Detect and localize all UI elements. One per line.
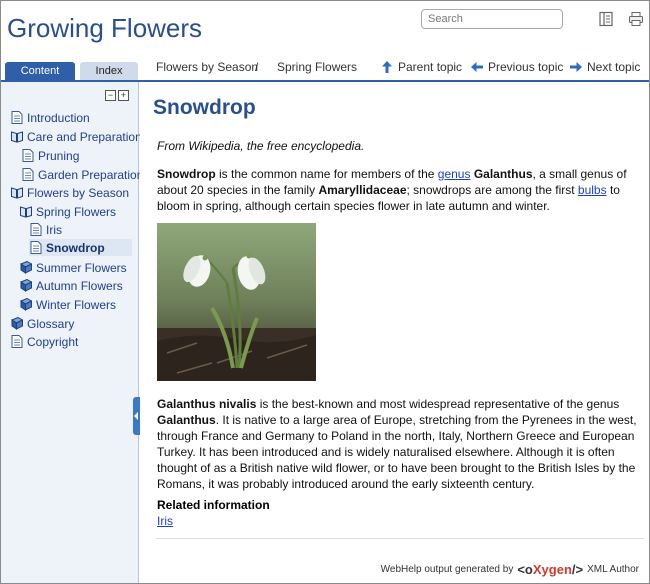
paragraph-intro: Snowdrop is the common name for members … [157,166,642,214]
page-icon [22,149,34,162]
book-open-icon [20,206,32,218]
topic-title: Snowdrop [153,96,256,119]
logo-part: Xygen [532,562,572,577]
text: . It is native to a large area of Europe… [157,413,637,491]
term-galanthus: Galanthus [157,413,216,427]
topic-content: Snowdrop From Wikipedia, the free encycl… [140,82,649,583]
paragraph-galanthus-nivalis: Galanthus nivalis is the best-known and … [157,396,642,492]
book-closed-icon [11,317,23,330]
sidebar-tabs: Content Index [1,59,139,81]
book-open-icon [11,131,23,143]
text: is the common name for members of the [215,167,438,181]
toc-label: Introduction [27,110,90,125]
topic-navbar: Flowers by Season / Spring Flowers Paren… [140,59,649,80]
page-icon [22,168,34,181]
source-note: From Wikipedia, the free encyclopedia. [157,139,365,153]
print-icon[interactable] [628,11,644,27]
tab-content[interactable]: Content [5,62,75,81]
toc-label: Care and Preparation [27,129,142,144]
page-icon [11,111,23,124]
toc-label: Spring Flowers [36,204,117,219]
next-topic-link[interactable]: Next topic [570,60,640,74]
breadcrumb-flowers-by-season[interactable]: Flowers by Season [156,60,258,74]
toc-item-iris[interactable]: Iris [30,221,62,238]
sidebar-splitter-handle[interactable] [133,397,140,435]
parent-topic-label: Parent topic [398,60,463,74]
previous-topic-link[interactable]: Previous topic [471,60,563,74]
search-input[interactable] [421,9,563,29]
toc-item-summer-flowers[interactable]: Summer Flowers [20,259,127,276]
toc-item-copyright[interactable]: Copyright [11,333,78,350]
term-snowdrop: Snowdrop [157,167,216,181]
toc-label: Flowers by Season [27,185,130,200]
snowdrop-photo [157,223,316,381]
sidebar: − + Introduction Care and Preparation Pr… [1,82,143,583]
book-closed-icon [20,261,32,274]
genus-link[interactable]: genus [438,167,471,181]
oxygen-logo[interactable]: <oXygen/> [517,562,583,577]
toc-item-glossary[interactable]: Glossary [11,315,74,332]
app-title: Growing Flowers [7,13,203,43]
toc-label: Copyright [27,334,79,349]
toc-label: Pruning [38,148,80,163]
term-amaryllidaceae: Amaryllidaceae [318,183,407,197]
toc-item-winter-flowers[interactable]: Winter Flowers [20,296,116,313]
parent-topic-link[interactable]: Parent topic [381,60,462,74]
book-open-icon [11,187,23,199]
related-information-heading: Related information [157,498,270,512]
toc-label: Snowdrop [46,240,105,255]
breadcrumb-separator: / [255,60,259,74]
tree-controls: − + [105,90,129,101]
toc-icon[interactable] [598,11,614,27]
footer: WebHelp output generated by <oXygen/> XM… [381,562,639,577]
page-icon [30,241,42,254]
logo-part: /> [571,562,584,577]
tab-index[interactable]: Index [80,62,138,81]
arrow-up-icon [382,61,392,73]
expand-all-icon[interactable]: + [118,90,129,101]
toc-label: Glossary [27,316,75,331]
header: Growing Flowers [1,1,649,59]
logo-part: <o [517,562,533,577]
arrow-right-icon [570,62,582,72]
toc-item-spring-flowers[interactable]: Spring Flowers [20,203,116,220]
footer-suffix: XML Author [587,564,639,575]
toc-label: Autumn Flowers [36,278,123,293]
term-galanthus-nivalis: Galanthus nivalis [157,397,257,411]
book-closed-icon [20,279,32,292]
breadcrumb-spring-flowers[interactable]: Spring Flowers [277,60,357,74]
text: ; snowdrops are among the first [406,183,578,197]
footer-prefix: WebHelp output generated by [380,564,514,575]
toc-item-garden-preparation[interactable]: Garden Preparation [22,166,143,183]
toc-label: Winter Flowers [36,297,117,312]
toc-item-care-and-preparation[interactable]: Care and Preparation [11,128,142,145]
page-icon [11,335,23,348]
divider [156,538,644,539]
toc-label: Iris [46,222,62,237]
toc-label: Summer Flowers [36,260,127,275]
previous-topic-label: Previous topic [488,60,564,74]
toc-item-flowers-by-season[interactable]: Flowers by Season [11,184,129,201]
term-galanthus: Galanthus [473,167,533,181]
toc-item-autumn-flowers[interactable]: Autumn Flowers [20,277,123,294]
page-icon [30,223,42,236]
arrow-left-icon [471,62,483,72]
related-iris-link[interactable]: Iris [157,514,173,528]
book-closed-icon [20,298,32,311]
toc-label: Garden Preparation [38,167,144,182]
toc-item-pruning[interactable]: Pruning [22,147,79,164]
toc-item-snowdrop[interactable]: Snowdrop [29,239,132,256]
next-topic-label: Next topic [587,60,641,74]
toc-item-introduction[interactable]: Introduction [11,109,90,126]
text: is the best-known and most widespread re… [256,397,620,411]
bulbs-link[interactable]: bulbs [578,183,607,197]
collapse-all-icon[interactable]: − [105,90,116,101]
